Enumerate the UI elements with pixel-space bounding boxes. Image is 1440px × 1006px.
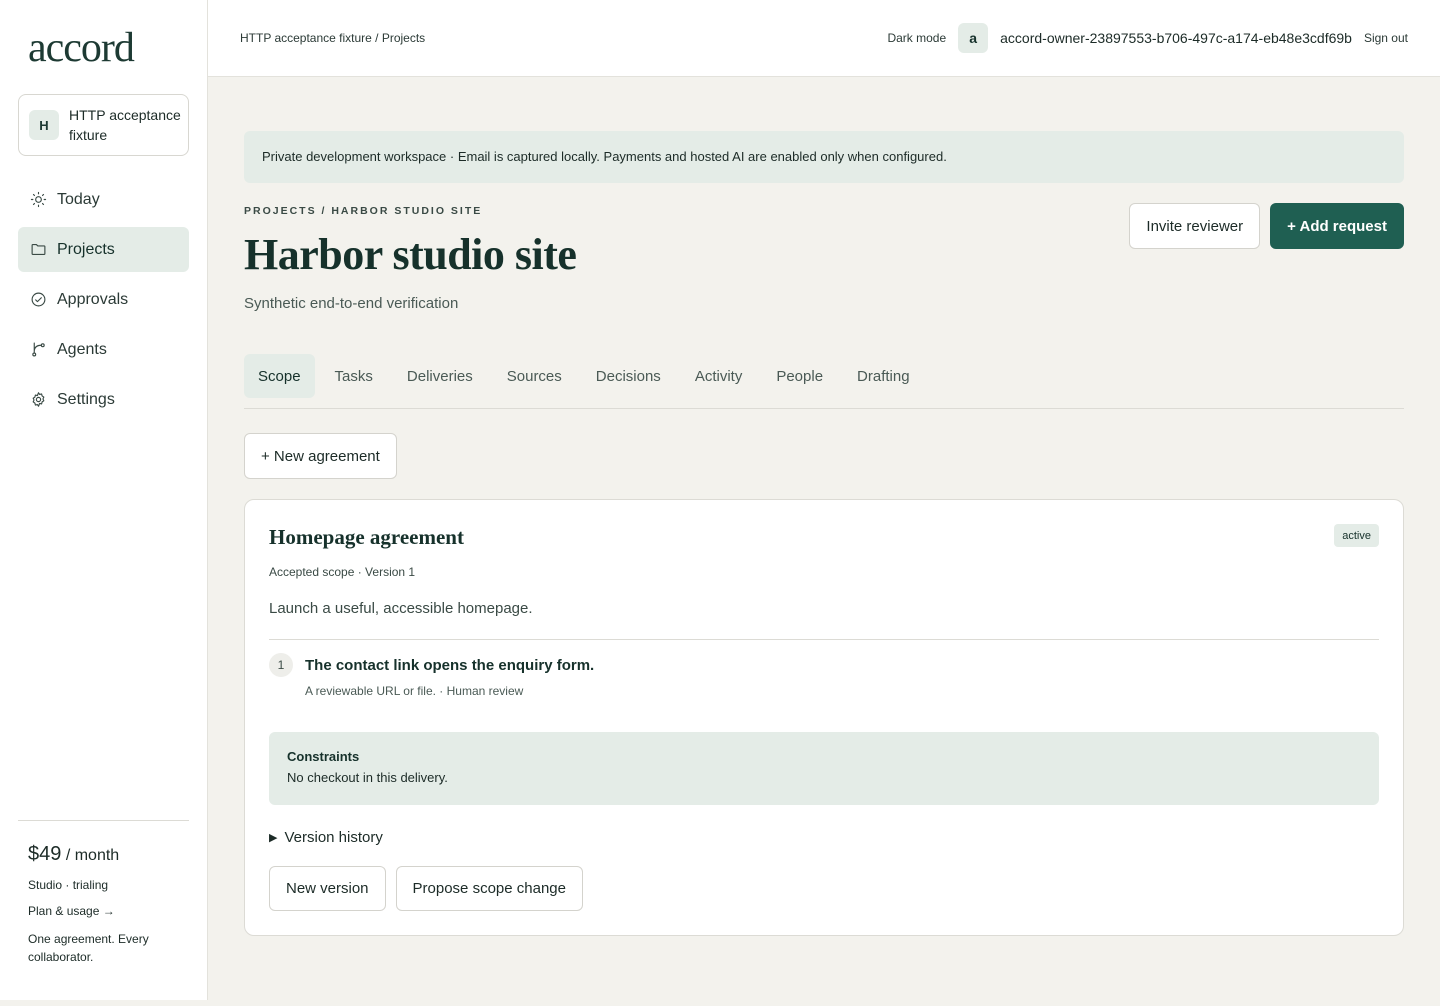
sidebar-item-label: Projects xyxy=(57,240,115,258)
tab-tasks[interactable]: Tasks xyxy=(321,354,387,398)
version-history-label: Version history xyxy=(284,829,383,846)
constraints-title: Constraints xyxy=(287,749,360,764)
tab-scope[interactable]: Scope xyxy=(244,354,315,398)
sidebar-item-projects[interactable]: Projects xyxy=(18,227,189,272)
sidebar-item-label: Approvals xyxy=(57,290,129,308)
plan-status: Studio · trialing xyxy=(28,878,109,892)
sign-out-button[interactable]: Sign out xyxy=(1364,31,1408,45)
constraints-box: Constraints No checkout in this delivery… xyxy=(269,732,1379,805)
new-version-button[interactable]: New version xyxy=(269,866,386,911)
plan-usage-link[interactable]: Plan & usage → xyxy=(28,904,189,918)
triangle-right-icon: ▶ xyxy=(269,832,278,844)
workspace-banner: Private development workspace · Email is… xyxy=(244,131,1404,183)
new-agreement-wrap: + New agreement xyxy=(244,433,397,479)
dark-mode-toggle[interactable]: Dark mode xyxy=(887,31,946,45)
price-period: / month xyxy=(61,847,120,864)
plan-summary: $49 / month Studio · trialing Plan & usa… xyxy=(18,820,189,966)
folder-icon xyxy=(31,243,46,256)
workspace-badge: H xyxy=(29,110,59,140)
workspace-name: HTTP acceptance fixture xyxy=(69,107,181,143)
avatar[interactable]: a xyxy=(958,23,989,53)
sidebar-item-label: Settings xyxy=(57,390,115,408)
sidebar-item-approvals[interactable]: Approvals xyxy=(18,277,189,322)
sidebar-item-today[interactable]: Today xyxy=(18,177,189,222)
sidebar: accord H HTTP acceptance fixture Today P… xyxy=(0,0,208,1000)
version-history-toggle[interactable]: ▶ Version history xyxy=(269,829,383,846)
divider xyxy=(269,639,1379,640)
page-eyebrow: PROJECTS / HARBOR STUDIO SITE xyxy=(244,205,483,217)
criterion-detail: A reviewable URL or file. · Human review xyxy=(305,684,524,698)
tab-activity[interactable]: Activity xyxy=(681,354,757,398)
project-tabs: Scope Tasks Deliveries Sources Decisions… xyxy=(244,354,1404,409)
check-circle-icon xyxy=(31,292,46,307)
gear-icon xyxy=(32,392,45,407)
tab-drafting[interactable]: Drafting xyxy=(843,354,924,398)
breadcrumb[interactable]: HTTP acceptance fixture / Projects xyxy=(240,31,425,45)
agreement-card: Homepage agreement active Accepted scope… xyxy=(244,499,1404,936)
tab-sources[interactable]: Sources xyxy=(493,354,576,398)
constraints-text: No checkout in this delivery. xyxy=(287,770,448,785)
account-area: Dark mode a accord-owner-23897553-b706-4… xyxy=(887,23,1408,53)
sun-icon xyxy=(30,191,47,208)
agreement-title: Homepage agreement xyxy=(269,525,464,549)
sidebar-item-label: Today xyxy=(57,190,100,208)
tagline: One agreement. Every collaborator. xyxy=(28,932,149,964)
criterion-title: The contact link opens the enquiry form. xyxy=(305,657,595,674)
agreement-description: Launch a useful, accessible homepage. xyxy=(269,600,533,617)
tab-people[interactable]: People xyxy=(762,354,837,398)
price-amount: $49 xyxy=(28,843,62,865)
sidebar-item-agents[interactable]: Agents xyxy=(18,327,189,372)
status-badge: active xyxy=(1334,524,1379,547)
tab-deliveries[interactable]: Deliveries xyxy=(393,354,487,398)
app-logo[interactable]: accord xyxy=(28,24,135,72)
new-agreement-button[interactable]: + New agreement xyxy=(244,433,397,479)
page-title: Harbor studio site xyxy=(244,230,577,279)
workspace-switcher[interactable]: H HTTP acceptance fixture xyxy=(18,94,189,156)
page-subtitle: Synthetic end-to-end verification xyxy=(244,295,459,312)
criterion-number: 1 xyxy=(269,653,293,677)
agreement-meta: Accepted scope · Version 1 xyxy=(269,565,416,579)
topbar: HTTP acceptance fixture / Projects Dark … xyxy=(208,0,1440,77)
invite-reviewer-button[interactable]: Invite reviewer xyxy=(1129,203,1261,249)
sidebar-item-label: Agents xyxy=(57,340,107,358)
page-actions: Invite reviewer + Add request xyxy=(1129,203,1404,249)
agreement-actions: New version Propose scope change xyxy=(269,866,583,911)
sidebar-nav: Today Projects Approvals Agents Settings xyxy=(18,177,189,427)
branch-icon xyxy=(32,342,45,357)
add-request-button[interactable]: + Add request xyxy=(1270,203,1404,249)
plan-price: $49 / month xyxy=(28,843,189,866)
user-id: accord-owner-23897553-b706-497c-a174-eb4… xyxy=(1000,30,1352,46)
sidebar-item-settings[interactable]: Settings xyxy=(18,377,189,422)
tab-decisions[interactable]: Decisions xyxy=(582,354,675,398)
propose-scope-change-button[interactable]: Propose scope change xyxy=(395,866,583,911)
